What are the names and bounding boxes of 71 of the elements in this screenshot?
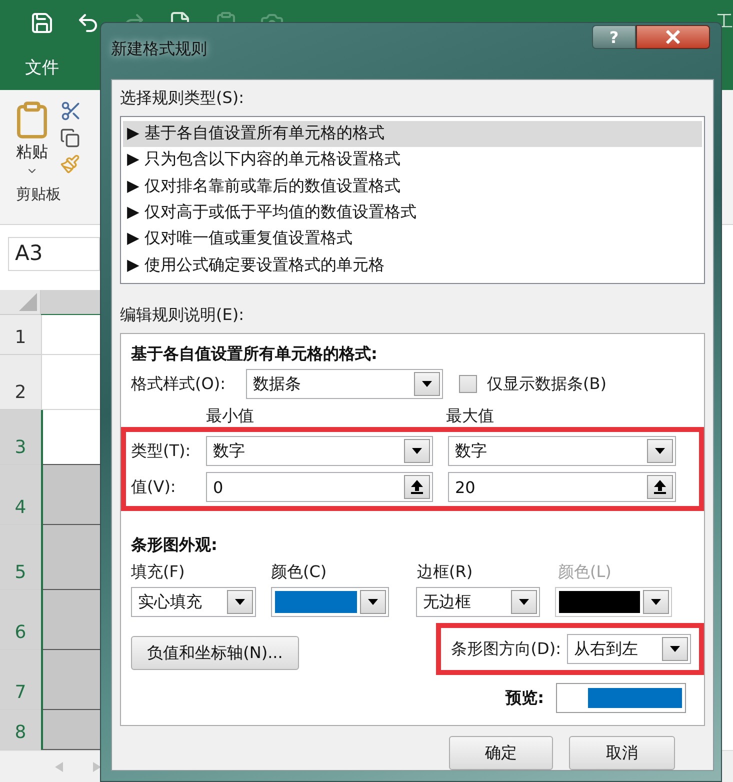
border-color-picker[interactable] [555, 587, 672, 617]
upload-arrow-icon [411, 480, 423, 494]
name-box[interactable]: A3 [8, 237, 100, 271]
format-style-select[interactable]: 数据条 [246, 369, 443, 399]
format-style-label: 格式样式(O): [131, 374, 226, 394]
value-label: 值(V): [131, 476, 177, 498]
dropdown-arrow-icon [670, 646, 680, 652]
max-type-select[interactable]: 数字 [448, 436, 676, 466]
min-header: 最小值 [206, 406, 255, 426]
group-label: 剪贴板 [16, 185, 61, 204]
row-header[interactable]: 4 [0, 465, 41, 525]
table-cell[interactable] [41, 710, 101, 750]
column-header[interactable] [41, 290, 101, 315]
table-cell[interactable] [41, 650, 101, 710]
row-header[interactable]: 5 [0, 525, 41, 590]
file-tab[interactable]: 文件 [0, 56, 59, 79]
rule-heading: 基于各自值设置所有单元格的格式: [131, 344, 378, 365]
edit-rule-label: 编辑规则说明(E): [120, 305, 245, 326]
fill-select[interactable]: 实心填充 [131, 587, 256, 617]
dialog-title: 新建格式规则 [111, 39, 207, 60]
bar-only-label: 仅显示数据条(B) [487, 374, 606, 394]
negative-axis-button[interactable]: 负值和坐标轴(N)... [131, 636, 299, 670]
dropdown-arrow-icon [422, 381, 432, 387]
max-value-field[interactable]: 20 [448, 472, 676, 502]
rule-type-label: 选择规则类型(S): [120, 88, 246, 109]
table-cell[interactable] [41, 525, 101, 590]
fill-color-picker[interactable] [271, 587, 389, 617]
dropdown-arrow-icon [235, 599, 245, 605]
border-select[interactable]: 无边框 [416, 587, 540, 617]
border-color-label: 颜色(L) [558, 562, 612, 583]
close-icon [665, 30, 681, 44]
rule-type-item[interactable]: ▶ 使用公式确定要设置格式的单元格 [123, 252, 702, 279]
close-button[interactable] [636, 25, 710, 49]
min-value-field[interactable]: 0 [206, 472, 433, 502]
save-icon[interactable] [30, 10, 54, 34]
row-header[interactable]: 1 [0, 315, 41, 355]
row-header[interactable]: 8 [0, 710, 41, 750]
table-cell[interactable] [41, 465, 101, 525]
copy-icon[interactable] [60, 128, 80, 148]
scissors-icon[interactable] [60, 100, 82, 122]
row-header[interactable]: 2 [0, 355, 41, 410]
dropdown-arrow-icon [368, 599, 378, 605]
upload-arrow-icon [654, 480, 666, 494]
bar-only-checkbox[interactable] [459, 375, 477, 393]
row-header[interactable]: 7 [0, 650, 41, 710]
rule-type-item[interactable]: ▶ 仅对唯一值或重复值设置格式 [123, 226, 702, 253]
table-cell[interactable] [41, 410, 101, 465]
rule-type-item[interactable]: ▶ 仅对排名靠前或靠后的数值设置格式 [123, 174, 702, 200]
ok-button[interactable]: 确定 [449, 736, 553, 770]
direction-select[interactable]: 从右到左 [567, 634, 691, 664]
dropdown-arrow-icon [655, 448, 665, 454]
row-header[interactable]: 3 [0, 410, 41, 465]
rule-type-item[interactable]: ▶ 基于各自值设置所有单元格的格式 [123, 121, 702, 148]
type-label: 类型(T): [131, 440, 192, 462]
color-label: 颜色(C) [271, 562, 328, 583]
border-label: 边框(R) [417, 562, 474, 583]
rule-type-item[interactable]: ▶ 只为包含以下内容的单元格设置格式 [123, 147, 702, 174]
preview-label: 预览: [506, 688, 544, 708]
min-type-select[interactable]: 数字 [206, 436, 433, 466]
table-cell[interactable] [41, 590, 101, 650]
dropdown-arrow-icon [651, 599, 661, 605]
fill-label: 填充(F) [131, 562, 186, 583]
dropdown-arrow-icon [519, 599, 529, 605]
dropdown-arrow-icon [412, 448, 422, 454]
paste-button[interactable]: 粘贴 [16, 142, 48, 163]
cancel-button[interactable]: 取消 [569, 736, 675, 770]
direction-label: 条形图方向(D): [450, 638, 561, 660]
row-header[interactable]: 6 [0, 590, 41, 650]
max-header: 最大值 [446, 406, 494, 426]
rule-type-item[interactable]: ▶ 仅对高于或低于平均值的数值设置格式 [123, 200, 702, 226]
appearance-heading: 条形图外观: [131, 535, 218, 556]
